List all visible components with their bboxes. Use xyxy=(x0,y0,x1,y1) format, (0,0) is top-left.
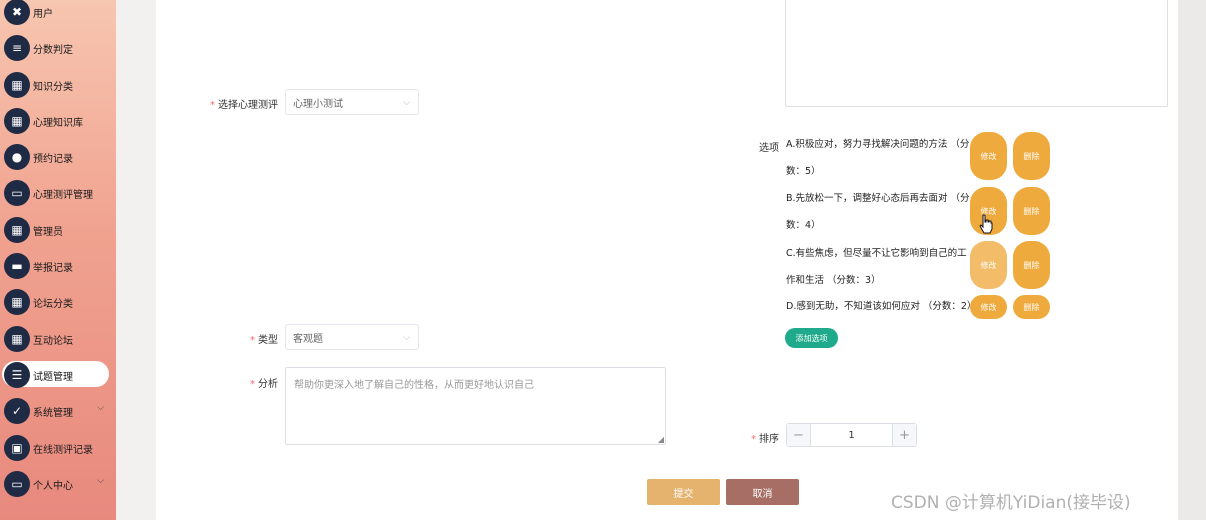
sidebar-item-label: 心理知识库 xyxy=(33,117,83,129)
sidebar-item[interactable]: ≡ 分数判定 xyxy=(0,33,116,63)
options-label: 选项 xyxy=(759,143,779,154)
resize-handle-icon[interactable]: ◢ xyxy=(658,435,664,444)
bag-icon: ▣ xyxy=(4,435,30,461)
sidebar-item[interactable]: ☰ 试题管理 xyxy=(0,360,116,390)
option-b-delete-button[interactable]: 删除 xyxy=(1013,187,1050,235)
chevron-down-icon: ⌵ xyxy=(403,98,410,108)
sidebar-item[interactable]: ▬ 举报记录 xyxy=(0,251,116,281)
sidebar-item[interactable]: ● 预约记录 xyxy=(0,142,116,172)
sidebar-item-label: 系统管理 xyxy=(33,407,73,419)
chevron-down-icon: ⌵ xyxy=(97,403,104,413)
assessment-label: * 选择心理测评 xyxy=(210,100,278,111)
sliders-icon: ☰ xyxy=(4,362,30,388)
sidebar-item[interactable]: ▦ 知识分类 xyxy=(0,70,116,100)
sidebar-item-label: 试题管理 xyxy=(33,371,73,383)
analysis-placeholder: 帮助你更深入地了解自己的性格，从而更好地认识自己 xyxy=(294,380,534,391)
option-b-text: B.先放松一下，调整好心态后再去面对 （分数：4） xyxy=(786,193,970,231)
option-c-delete-button[interactable]: 删除 xyxy=(1013,241,1050,289)
option-d-delete-button[interactable]: 删除 xyxy=(1013,295,1050,319)
hand-cursor-icon xyxy=(979,214,993,234)
assessment-select[interactable]: 心理小测试 ⌵ xyxy=(285,89,419,115)
sidebar-item[interactable]: ▭ 个人中心 ⌵ xyxy=(0,469,116,499)
order-value[interactable]: 1 xyxy=(811,424,892,446)
grid-icon: ▦ xyxy=(4,289,30,315)
sidebar-item-label: 管理员 xyxy=(33,226,63,238)
sidebar-item[interactable]: ▦ 管理员 xyxy=(0,215,116,245)
sidebar-item[interactable]: ✖ 用户 xyxy=(0,0,116,27)
list-icon: ≡ xyxy=(4,35,30,61)
sidebar-item[interactable]: ✓ 系统管理 ⌵ xyxy=(0,396,116,426)
sidebar-item[interactable]: ▦ 心理知识库 xyxy=(0,106,116,136)
option-c-text: C.有些焦虑，但尽量不让它影响到自己的工作和生活 （分数：3） xyxy=(786,248,967,286)
option-c-edit-button[interactable]: 修改 xyxy=(970,241,1007,289)
sidebar-item[interactable]: ▦ 互动论坛 xyxy=(0,324,116,354)
sidebar-item[interactable]: ▣ 在线测评记录 xyxy=(0,433,116,463)
submit-button[interactable]: 提交 xyxy=(647,479,720,505)
sidebar-item-label: 论坛分类 xyxy=(33,298,73,310)
option-a-text: A.积极应对，努力寻找解决问题的方法 （分数：5） xyxy=(786,139,970,177)
content-box[interactable] xyxy=(785,0,1168,107)
increment-button[interactable]: + xyxy=(892,424,916,446)
chevron-down-icon: ⌵ xyxy=(97,476,104,486)
type-label: * 类型 xyxy=(250,335,278,346)
option-d-text: D.感到无助，不知道该如何应对 （分数：2） xyxy=(786,301,977,312)
bulb-icon: ● xyxy=(4,144,30,170)
grid-icon: ▦ xyxy=(4,72,30,98)
sidebar: ✖ 用户 ≡ 分数判定 ▦ 知识分类 ▦ 心理知识库 ● 预约记录 ▭ 心理测评管理 ▦ 管理员 ▬ 举报记录… xyxy=(0,0,116,520)
add-option-button[interactable]: 添加选项 xyxy=(785,328,838,348)
cancel-button[interactable]: 取消 xyxy=(726,479,799,505)
grid-icon: ▦ xyxy=(4,108,30,134)
sidebar-item-label: 用户 xyxy=(33,8,53,20)
assessment-value: 心理小测试 xyxy=(293,98,343,110)
type-value: 客观题 xyxy=(293,333,323,345)
sidebar-item-label: 分数判定 xyxy=(33,44,73,56)
scroll-gutter xyxy=(1178,0,1206,520)
monitor-icon: ▭ xyxy=(4,180,30,206)
order-stepper[interactable]: − 1 + xyxy=(786,423,917,447)
sidebar-item-label: 在线测评记录 xyxy=(33,444,93,456)
type-select[interactable]: 客观题 ⌵ xyxy=(285,324,419,350)
window-icon: ▭ xyxy=(4,471,30,497)
sidebar-item-label: 互动论坛 xyxy=(33,335,73,347)
chevron-down-icon: ⌵ xyxy=(403,333,410,343)
clipboard-icon: ✓ xyxy=(4,398,30,424)
apps-icon: ▦ xyxy=(4,217,30,243)
option-a-edit-button[interactable]: 修改 xyxy=(970,132,1007,180)
sidebar-item-label: 预约记录 xyxy=(33,153,73,165)
sidebar-item[interactable]: ▦ 论坛分类 xyxy=(0,287,116,317)
option-a-delete-button[interactable]: 删除 xyxy=(1013,132,1050,180)
sidebar-item-label: 个人中心 xyxy=(33,480,73,492)
analysis-textarea[interactable]: 帮助你更深入地了解自己的性格，从而更好地认识自己 ◢ xyxy=(285,367,666,445)
grid-icon: ▦ xyxy=(4,326,30,352)
watermark-text: CSDN @计算机YiDian(接毕设) xyxy=(891,493,1131,513)
ticket-icon: ✖ xyxy=(4,0,30,25)
sidebar-item-label: 知识分类 xyxy=(33,81,73,93)
briefcase-icon: ▬ xyxy=(4,253,30,279)
order-label: * 排序 xyxy=(751,434,779,445)
sidebar-item[interactable]: ▭ 心理测评管理 xyxy=(0,178,116,208)
analysis-label: * 分析 xyxy=(250,379,278,390)
sidebar-item-label: 心理测评管理 xyxy=(33,189,93,201)
option-d-edit-button[interactable]: 修改 xyxy=(970,295,1007,319)
decrement-button[interactable]: − xyxy=(787,424,811,446)
sidebar-item-label: 举报记录 xyxy=(33,262,73,274)
